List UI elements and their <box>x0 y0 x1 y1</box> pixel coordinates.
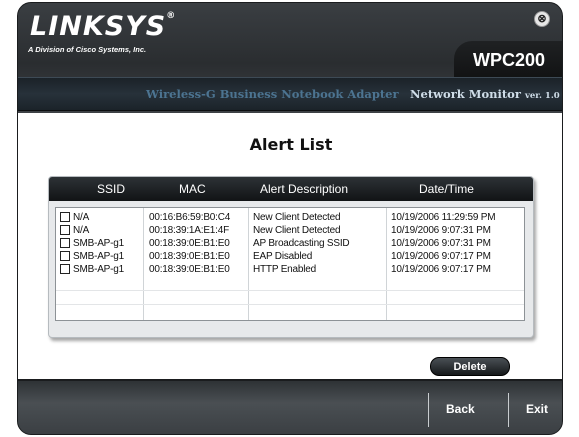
row-checkbox[interactable] <box>60 212 70 222</box>
cell-datetime: 10/19/2006 9:07:31 PM <box>391 238 491 249</box>
cell-description: New Client Detected <box>253 212 341 223</box>
version-label: ver. 1.0 <box>524 91 560 101</box>
cell-mac: 00:18:39:0E:B1:E0 <box>149 251 230 262</box>
logo-tagline: A Division of Cisco Systems, Inc. <box>28 45 147 54</box>
table-row[interactable]: SMB-AP-g1 00:18:39:0E:B1:E0 HTTP Enabled… <box>56 263 524 276</box>
empty-row-divider <box>56 304 524 305</box>
cell-datetime: 10/19/2006 9:07:31 PM <box>391 225 491 236</box>
delete-button[interactable]: Delete <box>430 357 510 376</box>
header: LINKSYS® A Division of Cisco Systems, In… <box>18 3 562 113</box>
row-checkbox[interactable] <box>60 238 70 248</box>
cell-ssid: N/A <box>73 225 90 236</box>
table-row[interactable]: N/A 00:18:39:1A:E1:4F New Client Detecte… <box>56 224 524 237</box>
close-icon[interactable]: ⊗ <box>534 11 550 27</box>
column-header-description: Alert Description <box>260 182 349 196</box>
row-checkbox[interactable] <box>60 251 70 261</box>
table-row[interactable]: N/A 00:16:B6:59:B0:C4 New Client Detecte… <box>56 211 524 224</box>
column-header-datetime: Date/Time <box>419 182 474 196</box>
cell-description: HTTP Enabled <box>253 264 317 275</box>
row-checkbox[interactable] <box>60 264 70 274</box>
cell-description: New Client Detected <box>253 225 341 236</box>
column-header-mac: MAC <box>179 182 206 196</box>
back-button[interactable]: Back <box>446 402 475 416</box>
cell-datetime: 10/19/2006 9:07:17 PM <box>391 251 491 262</box>
exit-button[interactable]: Exit <box>526 402 548 416</box>
footer-divider <box>508 393 509 427</box>
monitor-label: Network Monitor <box>410 87 521 101</box>
cell-ssid: SMB-AP-g1 <box>73 238 124 249</box>
table-body: N/A 00:16:B6:59:B0:C4 New Client Detecte… <box>55 207 525 321</box>
cell-mac: 00:18:39:0E:B1:E0 <box>149 238 230 249</box>
empty-row-divider <box>56 290 524 291</box>
table-row[interactable]: SMB-AP-g1 00:18:39:0E:B1:E0 AP Broadcast… <box>56 237 524 250</box>
footer-bar: Back Exit <box>18 379 562 434</box>
alert-table: SSID MAC Alert Description Date/Time N/A… <box>48 176 534 338</box>
subheader-bar: Wireless-G Business Notebook Adapter Net… <box>18 77 562 111</box>
product-name: Wireless-G Business Notebook Adapter <box>146 87 399 101</box>
model-label: WPC200 <box>454 41 562 77</box>
cell-ssid: SMB-AP-g1 <box>73 264 124 275</box>
page-title: Alert List <box>249 135 333 154</box>
section-title: Network Monitor ver. 1.0 <box>410 87 560 101</box>
cell-ssid: SMB-AP-g1 <box>73 251 124 262</box>
cell-description: EAP Disabled <box>253 251 313 262</box>
footer-divider <box>428 393 429 427</box>
linksys-logo: LINKSYS® <box>30 11 177 42</box>
cell-mac: 00:16:B6:59:B0:C4 <box>149 212 231 223</box>
app-window: LINKSYS® A Division of Cisco Systems, In… <box>17 2 563 435</box>
cell-datetime: 10/19/2006 9:07:17 PM <box>391 264 491 275</box>
cell-description: AP Broadcasting SSID <box>253 238 350 249</box>
table-row[interactable]: SMB-AP-g1 00:18:39:0E:B1:E0 EAP Disabled… <box>56 250 524 263</box>
cell-ssid: N/A <box>73 212 90 223</box>
row-checkbox[interactable] <box>60 225 70 235</box>
main-content: Alert List SSID MAC Alert Description Da… <box>18 113 562 379</box>
cell-mac: 00:18:39:0E:B1:E0 <box>149 264 230 275</box>
column-header-ssid: SSID <box>97 182 126 196</box>
cell-datetime: 10/19/2006 11:29:59 PM <box>391 212 496 223</box>
cell-mac: 00:18:39:1A:E1:4F <box>149 225 229 236</box>
table-header: SSID MAC Alert Description Date/Time <box>49 177 533 201</box>
